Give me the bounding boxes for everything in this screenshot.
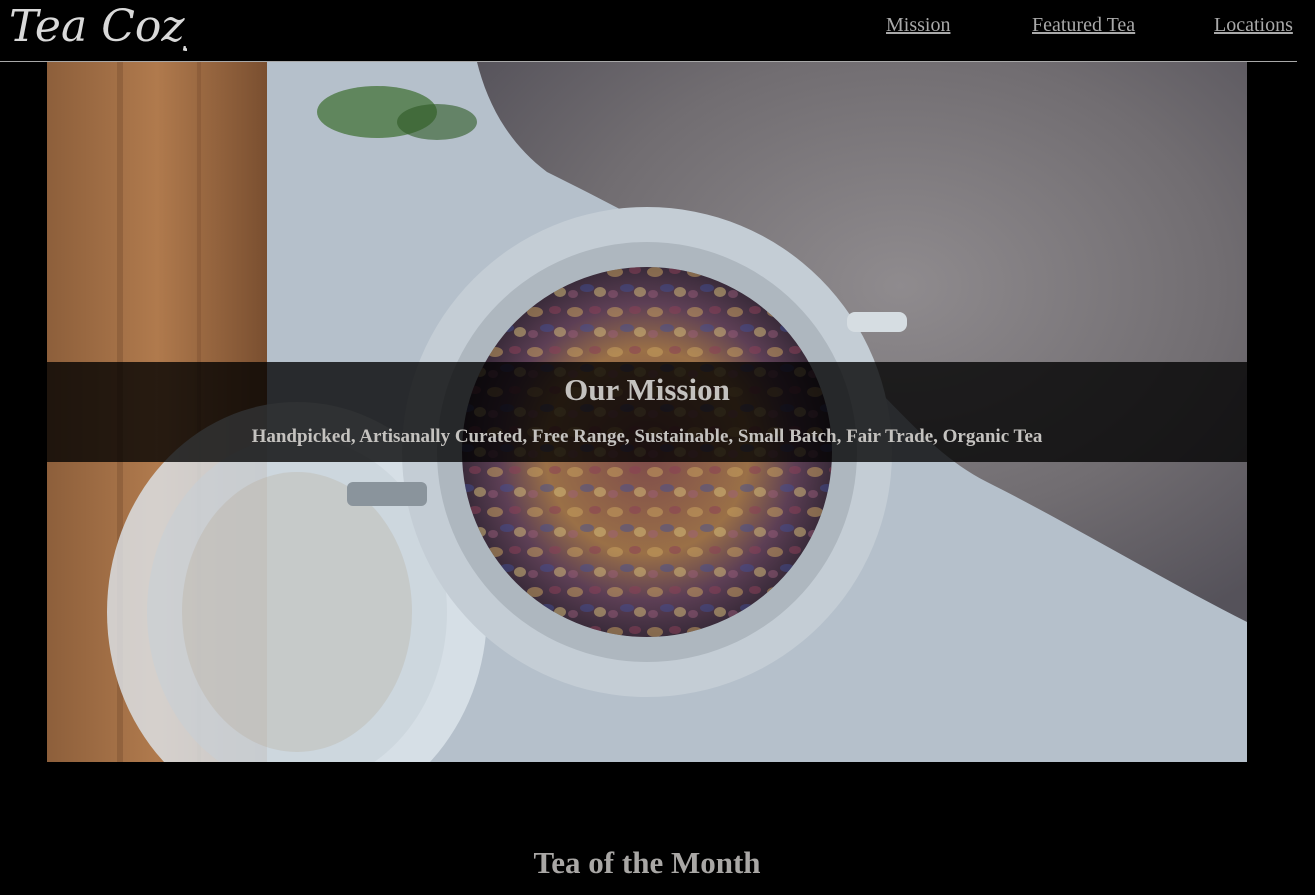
- mission-banner: Our Mission Handpicked, Artisanally Cura…: [47, 362, 1247, 462]
- tea-of-the-month-heading: Tea of the Month: [533, 845, 761, 880]
- mission-title: Our Mission: [564, 372, 730, 407]
- mission-subtitle: Handpicked, Artisanally Curated, Free Ra…: [251, 426, 1043, 447]
- site-header: Tea Cozy Mission Featured Tea Locations: [0, 0, 1297, 62]
- tea-cozy-logo[interactable]: Tea Cozy: [7, 0, 187, 56]
- nav-link-mission[interactable]: Mission: [886, 14, 950, 37]
- logo-wordmark: Tea Cozy: [9, 1, 187, 52]
- nav-link-featured-tea[interactable]: Featured Tea: [1032, 14, 1135, 37]
- nav-link-locations[interactable]: Locations: [1214, 14, 1293, 37]
